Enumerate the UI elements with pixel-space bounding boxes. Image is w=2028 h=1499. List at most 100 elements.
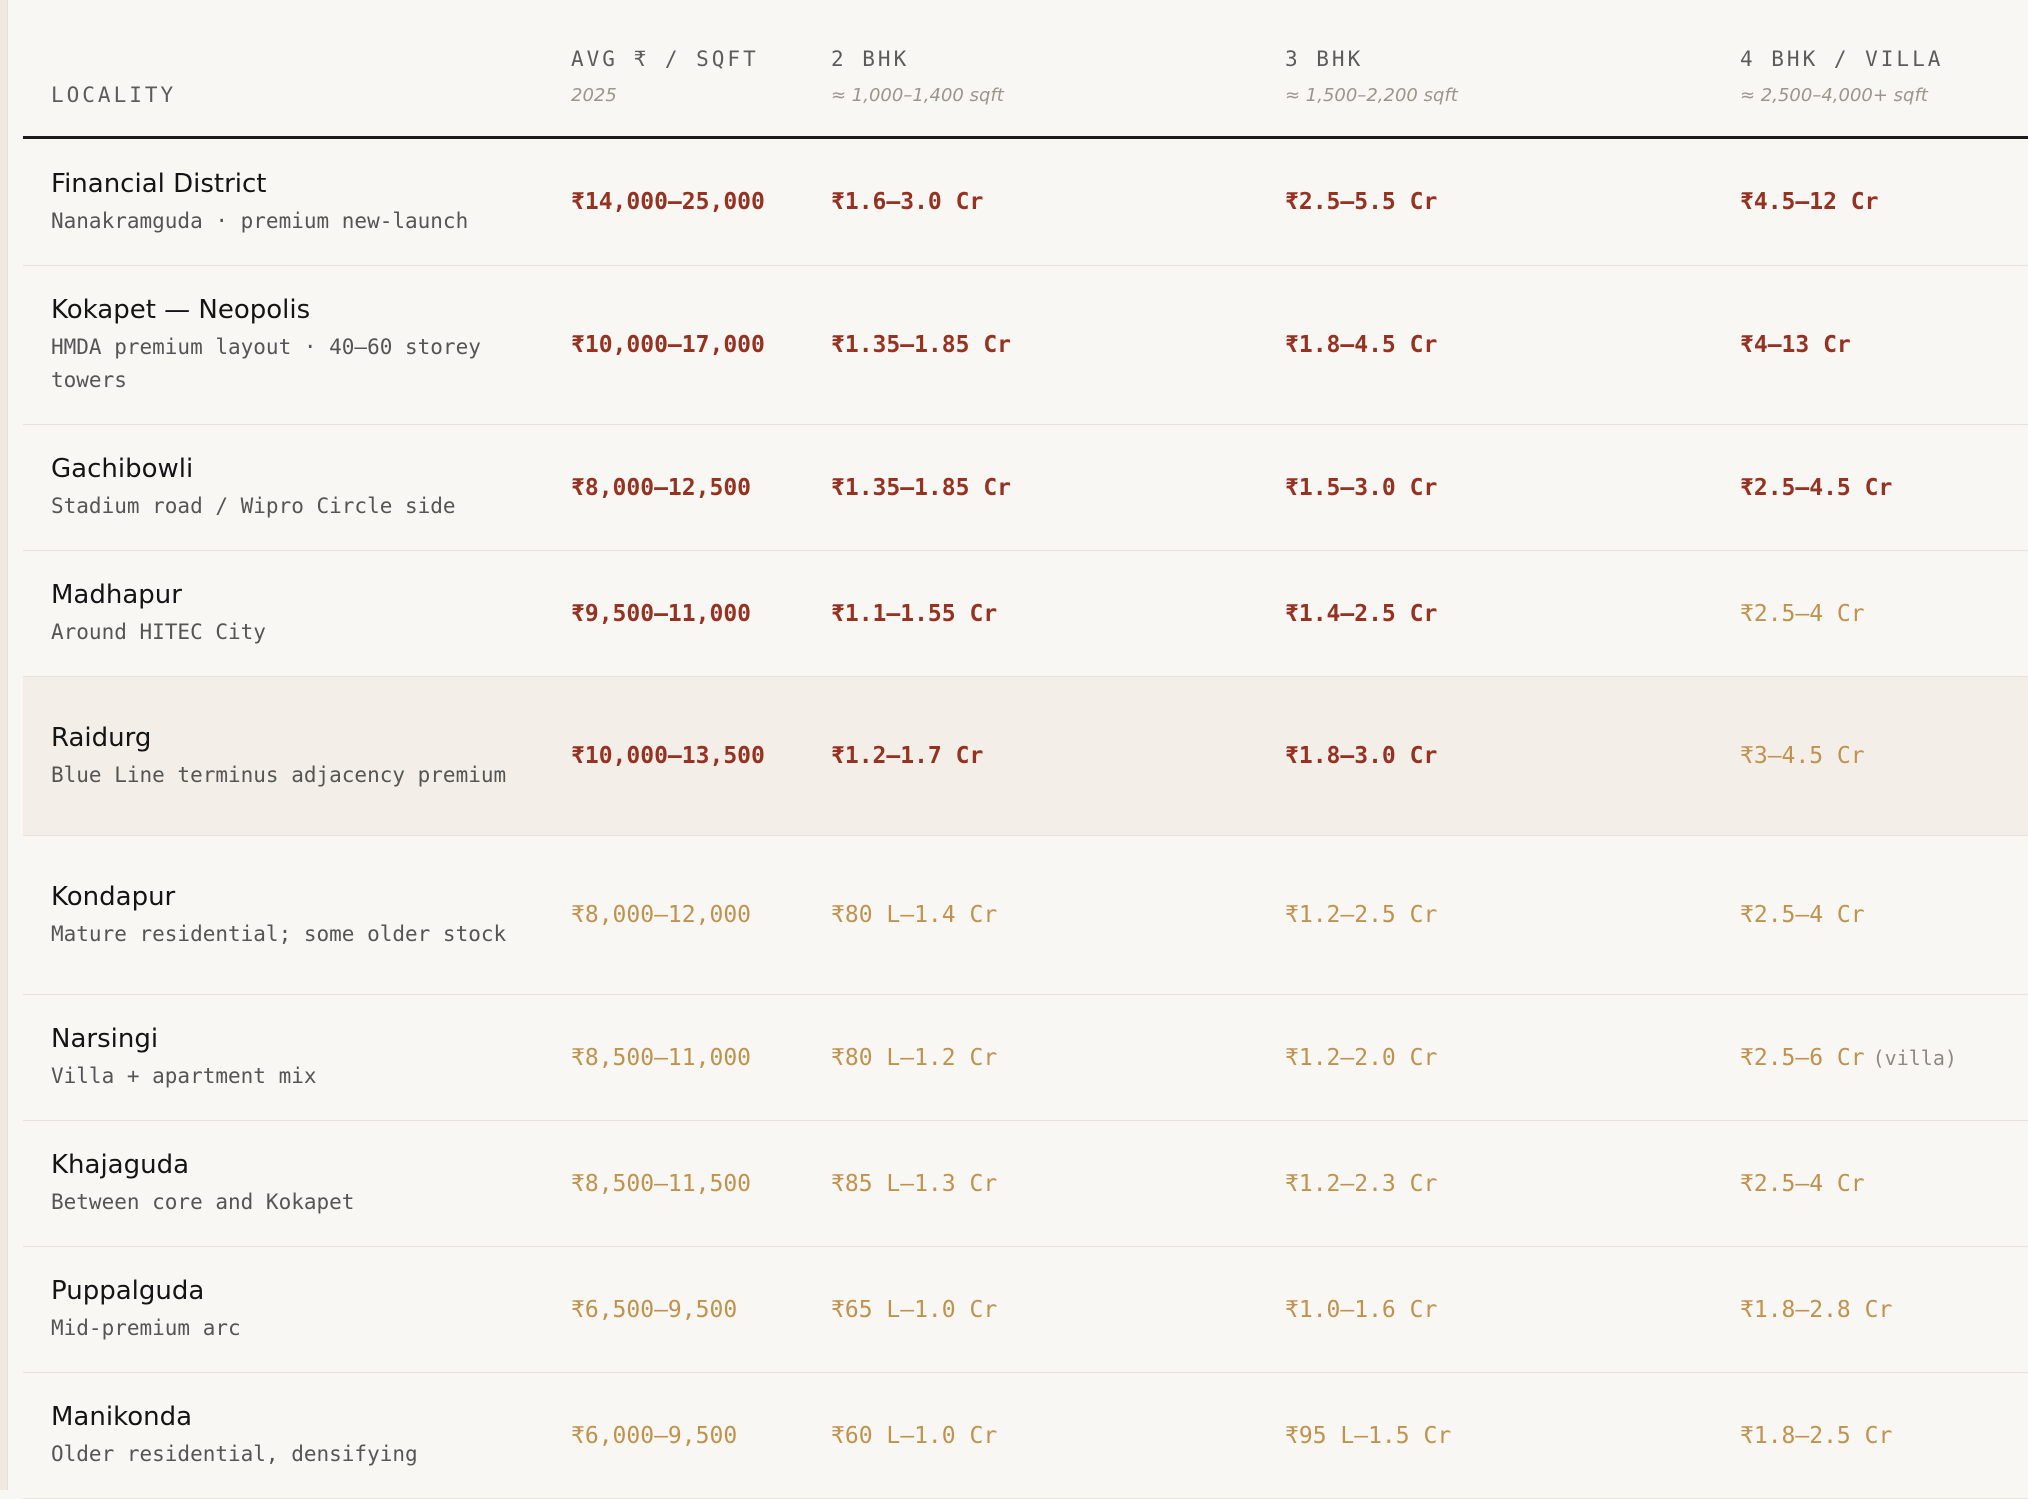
bhk3-value: ₹1.8–4.5 Cr bbox=[1285, 332, 1438, 358]
bhk4-value: ₹2.5–4 Cr bbox=[1740, 902, 1865, 928]
avg-sqft-value-cell: ₹6,000–9,500 bbox=[571, 1373, 821, 1498]
bhk4-value: ₹4.5–12 Cr bbox=[1740, 189, 1879, 215]
locality-name: Kokapet — Neopolis bbox=[51, 295, 311, 325]
bhk3-value-cell: ₹2.5–5.5 Cr bbox=[1285, 139, 1725, 265]
bhk4-value: ₹1.8–2.5 Cr bbox=[1740, 1422, 1893, 1449]
bhk4-value-cell: ₹2.5–4 Cr bbox=[1740, 551, 2028, 676]
bhk2-value: ₹80 L–1.2 Cr bbox=[831, 1044, 998, 1071]
locality-cell: Gachibowli Stadium road / Wipro Circle si… bbox=[51, 425, 561, 550]
bhk3-value-cell: ₹1.0–1.6 Cr bbox=[1285, 1247, 1725, 1372]
avg-sqft-value-cell: ₹14,000–25,000 bbox=[571, 139, 821, 265]
table-header: LOCALITY AVG ₹ / SQFT 2025 2 BHK ≈ 1,000… bbox=[23, 0, 2028, 139]
bhk3-value: ₹1.0–1.6 Cr bbox=[1285, 1296, 1438, 1323]
bhk2-value-cell: ₹1.35–1.85 Cr bbox=[831, 266, 1271, 424]
table-row: Raidurg Blue Line terminus adjacency prem… bbox=[23, 677, 2028, 836]
avg-sqft-value-cell: ₹8,000–12,000 bbox=[571, 836, 821, 994]
locality-description: Blue Line terminus adjacency premium bbox=[51, 762, 507, 787]
locality-description: Villa + apartment mix bbox=[51, 1064, 317, 1088]
header-3bhk: 3 BHK ≈ 1,500–2,200 sqft bbox=[1285, 0, 1725, 106]
bhk4-value-cell: ₹4–13 Cr bbox=[1740, 266, 2028, 424]
bhk4-value-cell: ₹3–4.5 Cr bbox=[1740, 677, 2028, 835]
bhk4-note: (villa) bbox=[1872, 1045, 1957, 1070]
table-row: Narsingi Villa + apartment mix ₹8,500–11,0… bbox=[23, 995, 2028, 1121]
bhk4-value: ₹1.8–2.8 Cr bbox=[1740, 1296, 1893, 1323]
bhk3-value-cell: ₹1.8–3.0 Cr bbox=[1285, 677, 1725, 835]
avg-sqft-value-cell: ₹10,000–17,000 bbox=[571, 266, 821, 424]
locality-name: Narsingi bbox=[51, 1024, 159, 1054]
bhk3-value-cell: ₹95 L–1.5 Cr bbox=[1285, 1373, 1725, 1498]
bhk4-value: ₹2.5–4 Cr bbox=[1740, 1170, 1865, 1197]
header-2bhk-sub: ≈ 1,000–1,400 sqft bbox=[831, 85, 1004, 106]
locality-cell: Kondapur Mature residential; some older s… bbox=[51, 836, 561, 994]
left-margin-rule bbox=[0, 0, 8, 1490]
bhk2-value: ₹1.6–3.0 Cr bbox=[831, 189, 984, 215]
bhk2-value-cell: ₹85 L–1.3 Cr bbox=[831, 1121, 1271, 1246]
table-row: Kokapet — Neopolis HMDA premium layout · … bbox=[23, 266, 2028, 425]
bhk4-value-cell: ₹2.5–4 Cr bbox=[1740, 1121, 2028, 1246]
locality-name: Gachibowli bbox=[51, 454, 194, 484]
table-row: Manikonda Older residential, densifying ₹6… bbox=[23, 1373, 2028, 1499]
bhk3-value: ₹1.4–2.5 Cr bbox=[1285, 600, 1438, 627]
table-row: Kondapur Mature residential; some older s… bbox=[23, 836, 2028, 995]
bhk2-value: ₹65 L–1.0 Cr bbox=[831, 1296, 998, 1323]
bhk2-value-cell: ₹1.2–1.7 Cr bbox=[831, 677, 1271, 835]
bhk4-value-cell: ₹2.5–4 Cr bbox=[1740, 836, 2028, 994]
bhk2-value: ₹1.35–1.85 Cr bbox=[831, 474, 1012, 501]
locality-description: Older residential, densifying bbox=[51, 1442, 418, 1466]
price-table: LOCALITY AVG ₹ / SQFT 2025 2 BHK ≈ 1,000… bbox=[23, 0, 2028, 1499]
locality-description: Mature residential; some older stock bbox=[51, 921, 507, 946]
bhk3-value-cell: ₹1.2–2.3 Cr bbox=[1285, 1121, 1725, 1246]
locality-cell: Kokapet — Neopolis HMDA premium layout · … bbox=[51, 266, 561, 424]
header-3bhk-sub: ≈ 1,500–2,200 sqft bbox=[1285, 85, 1458, 106]
locality-cell: Manikonda Older residential, densifying bbox=[51, 1373, 561, 1498]
bhk4-value: ₹2.5–4 Cr bbox=[1740, 600, 1865, 627]
header-2bhk: 2 BHK ≈ 1,000–1,400 sqft bbox=[831, 0, 1271, 106]
header-4bhk-sub: ≈ 2,500–4,000+ sqft bbox=[1740, 85, 1928, 106]
header-locality: LOCALITY bbox=[51, 0, 561, 107]
avg-sqft-value-cell: ₹8,000–12,500 bbox=[571, 425, 821, 550]
bhk4-value: ₹2.5–4.5 Cr bbox=[1740, 474, 1893, 501]
locality-cell: Financial District Nanakramguda · premium… bbox=[51, 139, 561, 265]
locality-name: Financial District bbox=[51, 168, 267, 199]
bhk3-value: ₹1.5–3.0 Cr bbox=[1285, 474, 1438, 501]
header-4bhk-title: 4 BHK / VILLA bbox=[1740, 47, 1944, 71]
bhk4-value-cell: ₹1.8–2.8 Cr bbox=[1740, 1247, 2028, 1372]
avg-sqft-value-cell: ₹9,500–11,000 bbox=[571, 551, 821, 676]
bhk3-value-cell: ₹1.8–4.5 Cr bbox=[1285, 266, 1725, 424]
locality-name: Puppalguda bbox=[51, 1276, 205, 1306]
locality-description: Nanakramguda · premium new-launch bbox=[51, 208, 469, 233]
bhk2-value: ₹80 L–1.4 Cr bbox=[831, 902, 998, 928]
bhk4-value: ₹4–13 Cr bbox=[1740, 332, 1851, 358]
avg-sqft-value: ₹10,000–13,500 bbox=[571, 743, 765, 769]
table-body: Financial District Nanakramguda · premium… bbox=[23, 139, 2028, 1499]
locality-cell: Puppalguda Mid-premium arc bbox=[51, 1247, 561, 1372]
bhk3-value: ₹1.2–2.0 Cr bbox=[1285, 1044, 1438, 1071]
avg-sqft-value-cell: ₹8,500–11,500 bbox=[571, 1121, 821, 1246]
bhk2-value: ₹60 L–1.0 Cr bbox=[831, 1422, 998, 1449]
avg-sqft-value-cell: ₹8,500–11,000 bbox=[571, 995, 821, 1120]
bhk4-value: ₹3–4.5 Cr bbox=[1740, 743, 1865, 769]
bhk3-value-cell: ₹1.2–2.0 Cr bbox=[1285, 995, 1725, 1120]
locality-cell: Raidurg Blue Line terminus adjacency prem… bbox=[51, 677, 561, 835]
locality-cell: Khajaguda Between core and Kokapet bbox=[51, 1121, 561, 1246]
bhk3-value: ₹1.8–3.0 Cr bbox=[1285, 743, 1438, 769]
bhk3-value-cell: ₹1.4–2.5 Cr bbox=[1285, 551, 1725, 676]
avg-sqft-value: ₹6,500–9,500 bbox=[571, 1296, 738, 1323]
bhk4-value-cell: ₹4.5–12 Cr bbox=[1740, 139, 2028, 265]
table-row: Financial District Nanakramguda · premium… bbox=[23, 139, 2028, 266]
bhk2-value-cell: ₹1.35–1.85 Cr bbox=[831, 425, 1271, 550]
bhk3-value-cell: ₹1.2–2.5 Cr bbox=[1285, 836, 1725, 994]
locality-name: Manikonda bbox=[51, 1402, 193, 1432]
bhk3-value-cell: ₹1.5–3.0 Cr bbox=[1285, 425, 1725, 550]
header-3bhk-title: 3 BHK bbox=[1285, 47, 1364, 71]
header-avg-sqft-sub: 2025 bbox=[571, 85, 617, 106]
bhk2-value: ₹1.2–1.7 Cr bbox=[831, 743, 984, 769]
header-4bhk: 4 BHK / VILLA ≈ 2,500–4,000+ sqft bbox=[1740, 0, 2028, 106]
bhk3-value: ₹1.2–2.5 Cr bbox=[1285, 902, 1438, 928]
table-row: Puppalguda Mid-premium arc ₹6,500–9,500 ₹65… bbox=[23, 1247, 2028, 1373]
header-2bhk-title: 2 BHK bbox=[831, 47, 910, 71]
bhk2-value-cell: ₹65 L–1.0 Cr bbox=[831, 1247, 1271, 1372]
locality-description: Around HITEC City bbox=[51, 620, 266, 644]
table-row: Gachibowli Stadium road / Wipro Circle si… bbox=[23, 425, 2028, 551]
avg-sqft-value-cell: ₹10,000–13,500 bbox=[571, 677, 821, 835]
